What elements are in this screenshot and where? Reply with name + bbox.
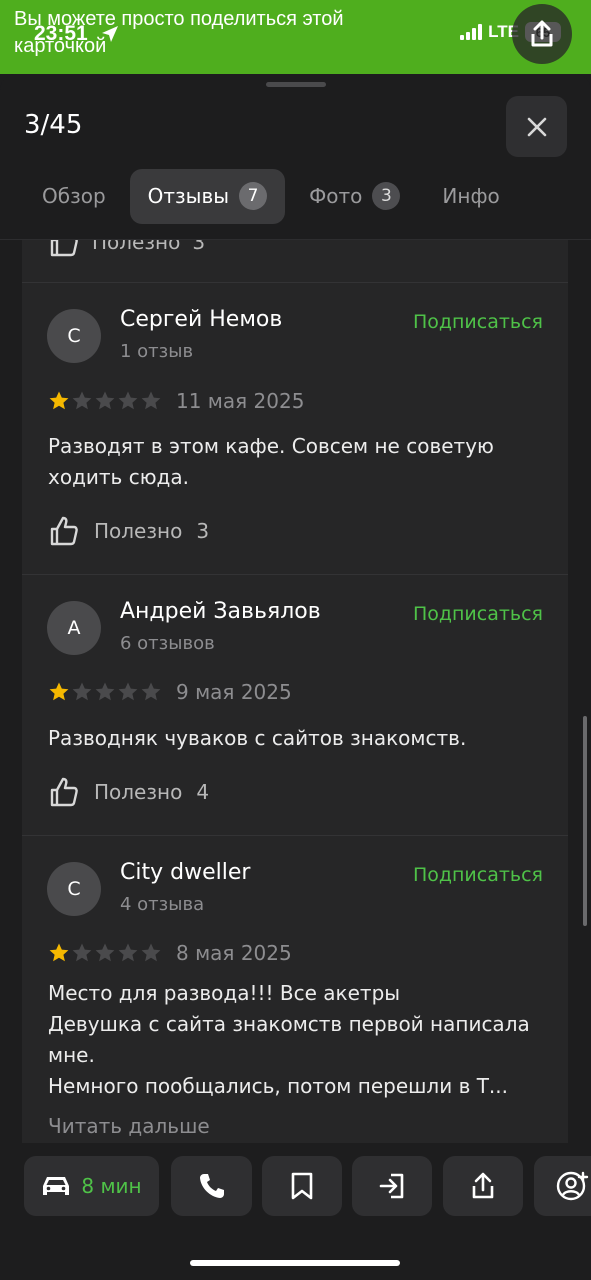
enter-button[interactable] <box>352 1156 432 1216</box>
review-date: 11 мая 2025 <box>176 389 305 413</box>
add-contact-button[interactable] <box>534 1156 591 1216</box>
rating-stars <box>48 681 162 703</box>
star-empty-icon <box>95 943 115 962</box>
tab-reviews[interactable]: Отзывы 7 <box>129 168 286 224</box>
star-empty-icon <box>141 943 161 962</box>
card-counter: 3/45 <box>24 110 83 140</box>
star-filled-icon <box>49 682 69 701</box>
subscribe-button[interactable]: Подписаться <box>413 864 543 886</box>
star-empty-icon <box>118 391 138 410</box>
bookmark-button[interactable] <box>262 1156 342 1216</box>
review-item: С City dweller 4 отзыва Подписаться 8 ма… <box>22 835 568 1143</box>
review-author-meta: 6 отзывов <box>120 633 215 654</box>
helpful-count: 3 <box>192 240 206 254</box>
close-icon <box>527 117 546 136</box>
star-empty-icon <box>118 682 138 701</box>
helpful-button[interactable]: Полезно 3 <box>48 515 209 547</box>
thumbs-up-icon <box>50 240 78 257</box>
subscribe-button[interactable]: Подписаться <box>413 603 543 625</box>
star-empty-icon <box>72 391 92 410</box>
bookmark-icon <box>291 1172 313 1200</box>
card-tabs: Обзор Отзывы 7 Фото 3 Инфо <box>24 168 518 224</box>
star-empty-icon <box>141 682 161 701</box>
place-card-sheet: 3/45 Обзор Отзывы 7 Фото 3 Инфо Полезно … <box>0 74 591 1280</box>
helpful-label: Полезно <box>92 240 181 254</box>
star-filled-icon <box>49 391 69 410</box>
read-more-link[interactable]: Читать дальше <box>48 1114 210 1138</box>
tab-count-badge: 3 <box>372 182 401 210</box>
rating-stars <box>48 942 162 964</box>
review-text-line: Место для развода!!! Все акетры <box>48 981 401 1005</box>
tab-count-badge: 7 <box>239 182 268 210</box>
review-item: А Андрей Завьялов 6 отзывов Подписаться … <box>22 574 568 835</box>
route-time: 8 мин <box>81 1174 142 1198</box>
review-item: С Сергей Немов 1 отзыв Подписаться 11 ма… <box>22 282 568 574</box>
sheet-grabber[interactable] <box>266 82 326 87</box>
thumbs-up-icon <box>50 777 78 807</box>
close-button[interactable] <box>506 96 567 157</box>
share-icon <box>472 1172 494 1199</box>
avatar[interactable]: С <box>47 862 101 916</box>
bottom-action-bar: 8 мин <box>0 1143 591 1280</box>
share-overlay-button[interactable] <box>512 4 572 64</box>
star-empty-icon <box>118 943 138 962</box>
sign-in-icon <box>379 1173 404 1199</box>
add-user-icon <box>556 1171 589 1201</box>
phone-icon <box>199 1174 224 1198</box>
home-indicator <box>190 1260 400 1266</box>
car-icon <box>43 1177 70 1195</box>
tab-overview[interactable]: Обзор <box>24 169 124 224</box>
star-empty-icon <box>95 682 115 701</box>
review-author[interactable]: City dweller <box>120 860 250 885</box>
helpful-label: Полезно <box>94 780 183 804</box>
review-text: Разводняк чуваков с сайтов знакомств. <box>48 726 467 750</box>
review-author[interactable]: Андрей Завьялов <box>120 599 321 624</box>
thumbs-up-icon <box>50 516 78 546</box>
status-bar: Вы можете просто поделиться этой карточк… <box>0 0 591 74</box>
review-date: 8 мая 2025 <box>176 941 292 965</box>
review-text: Место для развода!!! Все акетры Девушка … <box>48 978 548 1102</box>
review-text-line: Девушка с сайта знакомств первой написал… <box>48 1012 530 1067</box>
share-button[interactable] <box>443 1156 523 1216</box>
subscribe-button[interactable]: Подписаться <box>413 311 543 333</box>
avatar[interactable]: А <box>47 601 101 655</box>
helpful-label: Полезно <box>94 519 183 543</box>
helpful-button[interactable]: Полезно 3 <box>48 240 205 258</box>
share-icon <box>531 20 553 47</box>
reviews-list[interactable]: Полезно 3 С Сергей Немов 1 отзыв Подписа… <box>22 240 568 1143</box>
star-empty-icon <box>72 682 92 701</box>
star-empty-icon <box>72 943 92 962</box>
review-author-meta: 4 отзыва <box>120 894 205 915</box>
tab-label: Инфо <box>442 184 500 208</box>
call-button[interactable] <box>171 1156 252 1216</box>
review-date: 9 мая 2025 <box>176 680 292 704</box>
star-filled-icon <box>49 943 69 962</box>
helpful-button[interactable]: Полезно 4 <box>48 776 209 808</box>
review-author[interactable]: Сергей Немов <box>120 307 282 332</box>
tab-info[interactable]: Инфо <box>424 169 517 224</box>
helpful-count: 3 <box>196 519 210 543</box>
rating-row: 9 мая 2025 <box>48 680 292 704</box>
review-author-meta: 1 отзыв <box>120 341 194 362</box>
rating-stars <box>48 390 162 412</box>
star-empty-icon <box>141 391 161 410</box>
signal-icon <box>460 24 483 40</box>
rating-row: 8 мая 2025 <box>48 941 292 965</box>
avatar[interactable]: С <box>47 309 101 363</box>
tab-label: Фото <box>309 184 363 208</box>
star-empty-icon <box>95 391 115 410</box>
route-button[interactable]: 8 мин <box>24 1156 159 1216</box>
scrollbar[interactable] <box>583 716 587 926</box>
tab-label: Обзор <box>42 184 106 208</box>
location-arrow-icon <box>102 26 118 42</box>
review-text-line: Немного пообщались, потом перешли в Т... <box>48 1074 508 1098</box>
review-text: Разводят в этом кафе. Совсем не советую … <box>48 434 494 489</box>
tab-label: Отзывы <box>147 184 230 208</box>
helpful-count: 4 <box>196 780 210 804</box>
rating-row: 11 мая 2025 <box>48 389 304 413</box>
status-time: 23:51 <box>34 22 88 45</box>
tab-photos[interactable]: Фото 3 <box>291 169 418 224</box>
